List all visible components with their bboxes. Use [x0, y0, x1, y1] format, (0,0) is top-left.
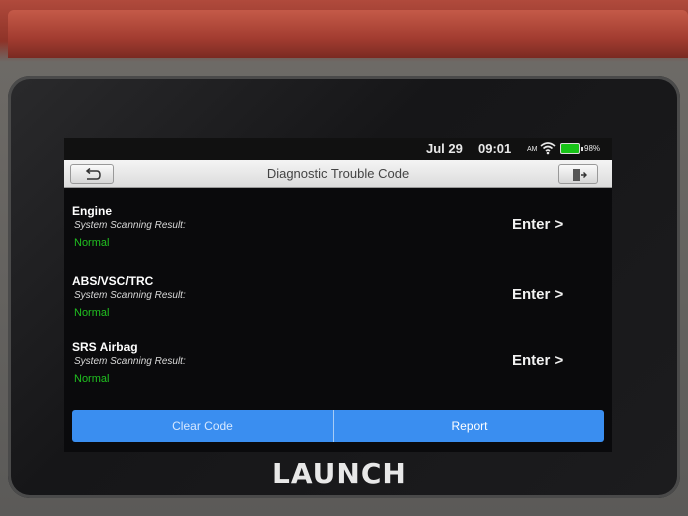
- scan-status: Normal: [74, 307, 110, 319]
- device-case-top: [8, 10, 688, 58]
- scan-result-label: System Scanning Result:: [74, 220, 186, 231]
- system-name: ABS/VSC/TRC: [72, 274, 154, 288]
- enter-button-srs[interactable]: Enter >: [512, 352, 563, 369]
- title-bar: Diagnostic Trouble Code: [64, 160, 612, 188]
- system-row-abs: ABS/VSC/TRC System Scanning Result: Norm…: [64, 274, 612, 340]
- status-date: Jul 29: [426, 141, 463, 156]
- scan-status: Normal: [74, 237, 110, 249]
- report-button[interactable]: Report: [335, 410, 604, 442]
- system-row-srs: SRS Airbag System Scanning Result: Norma…: [64, 340, 612, 406]
- enter-button-abs[interactable]: Enter >: [512, 286, 563, 303]
- exit-button[interactable]: [558, 164, 598, 184]
- bottom-action-bar: Clear Code Report: [72, 410, 604, 442]
- scan-status: Normal: [74, 373, 110, 385]
- battery-icon: [560, 143, 583, 154]
- status-bar: Jul 29 09:01 AM 98%: [64, 138, 612, 160]
- battery-percent: 98%: [584, 144, 601, 153]
- page-title: Diagnostic Trouble Code: [266, 166, 410, 181]
- wifi-icon: [540, 142, 556, 155]
- system-name: SRS Airbag: [72, 340, 138, 354]
- system-row-engine: Engine System Scanning Result: Normal En…: [64, 204, 612, 270]
- brand-logo: LAUNCH: [272, 457, 407, 490]
- system-name: Engine: [72, 204, 113, 218]
- status-ampm: AM: [527, 146, 538, 153]
- device-screen: Jul 29 09:01 AM 98% Diagnostic Trouble C…: [64, 138, 612, 452]
- clear-code-button[interactable]: Clear Code: [72, 410, 334, 442]
- scan-result-label: System Scanning Result:: [74, 290, 186, 301]
- enter-button-engine[interactable]: Enter >: [512, 216, 563, 233]
- scan-result-label: System Scanning Result:: [74, 356, 186, 367]
- status-time: 09:01: [478, 141, 512, 156]
- exit-icon: [573, 169, 587, 181]
